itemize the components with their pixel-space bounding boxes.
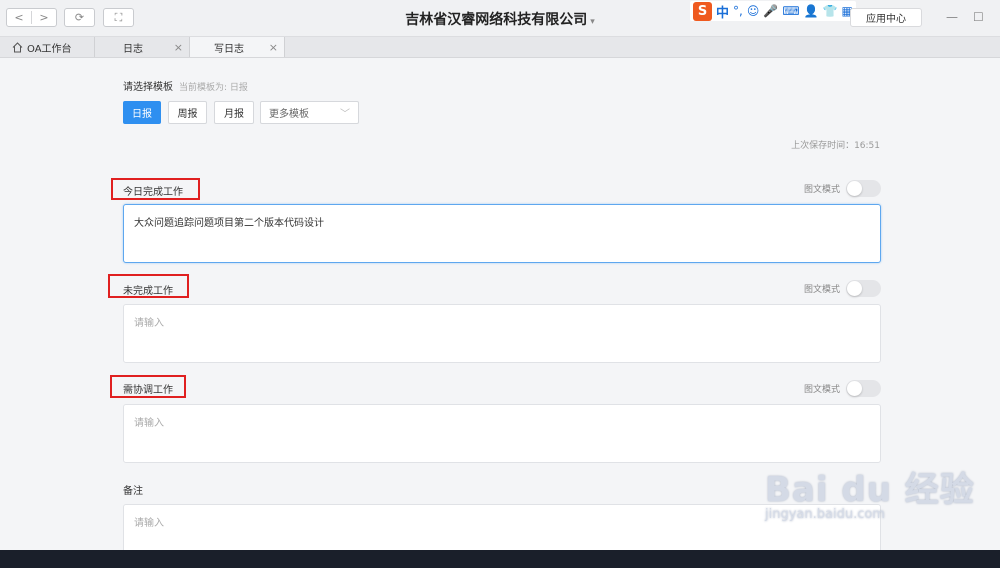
tab-log[interactable]: 日志 ×	[95, 37, 190, 57]
punctuation-icon[interactable]: °,	[733, 4, 743, 18]
section-label-completed: 今日完成工作	[123, 187, 183, 198]
section-label-coordination: 需协调工作	[123, 385, 173, 396]
rich-mode-label: 图文模式	[803, 185, 840, 195]
rich-mode-toggle[interactable]	[846, 180, 881, 197]
coordination-work-input[interactable]: 请输入	[123, 404, 881, 463]
rich-mode-switch[interactable]: 图文模式	[804, 380, 881, 397]
tab-label: 写日志	[214, 43, 244, 55]
more-templates-label: 更多模板	[269, 109, 309, 120]
rich-mode-switch[interactable]: 图文模式	[804, 280, 881, 297]
completed-work-input[interactable]: 大众问题追踪问题项目第二个版本代码设计	[123, 204, 881, 263]
template-label: 请选择模板	[123, 82, 173, 93]
unfinished-work-input[interactable]: 请输入	[123, 304, 881, 363]
unfinished-work-placeholder: 请输入	[134, 318, 164, 329]
remarks-placeholder: 请输入	[134, 518, 164, 529]
template-monthly-button[interactable]: 月报	[214, 101, 254, 124]
rich-mode-label: 图文模式	[803, 285, 840, 295]
title-bar: < > ⟳ ⛶ 吉林省汉睿网络科技有限公司 ▾ S 中 °, ☺ 🎤 ⌨ 👤 👕 …	[0, 0, 1000, 37]
last-saved-time: 上次保存时间：16:51	[791, 141, 880, 151]
close-icon[interactable]: ×	[269, 41, 278, 54]
chevron-down-icon: ▾	[590, 17, 595, 27]
more-templates-dropdown[interactable]: 更多模板 ﹀	[260, 101, 359, 124]
user-icon[interactable]: 👤	[804, 4, 819, 18]
home-icon	[12, 41, 23, 52]
tab-label: 日志	[123, 43, 143, 55]
maximize-button[interactable]: ☐	[973, 10, 984, 24]
sogou-logo-icon[interactable]: S	[693, 1, 712, 21]
ime-toolbar[interactable]: S 中 °, ☺ 🎤 ⌨ 👤 👕 ▦	[690, 1, 856, 21]
template-weekly-button[interactable]: 周报	[168, 101, 207, 124]
tab-bar: OA工作台 日志 × 写日志 ×	[0, 37, 1000, 58]
company-name: 吉林省汉睿网络科技有限公司	[405, 12, 588, 28]
rich-mode-switch[interactable]: 图文模式	[804, 180, 881, 197]
coordination-work-placeholder: 请输入	[134, 418, 164, 429]
rich-mode-label: 图文模式	[803, 385, 840, 395]
app-center-button[interactable]: 应用中心	[850, 8, 922, 27]
tab-oa-workbench[interactable]: OA工作台	[0, 37, 95, 57]
taskbar	[0, 550, 1000, 568]
baidu-watermark: Bai du 经验 jingyan.baidu.com	[765, 462, 975, 522]
skin-icon[interactable]: 👕	[823, 4, 838, 18]
minimize-button[interactable]: —	[946, 10, 958, 24]
rich-mode-toggle[interactable]	[846, 280, 881, 297]
section-label-remarks: 备注	[123, 486, 143, 497]
section-label-unfinished: 未完成工作	[123, 286, 173, 297]
keyboard-icon[interactable]: ⌨	[782, 4, 799, 18]
tab-label: OA工作台	[27, 43, 72, 55]
template-selector-label: 请选择模板 当前模板为: 日报	[123, 78, 248, 93]
tab-write-log[interactable]: 写日志 ×	[190, 37, 285, 57]
rich-mode-toggle[interactable]	[846, 380, 881, 397]
watermark-brand: Bai du 经验	[765, 470, 975, 510]
app-center-label: 应用中心	[866, 14, 906, 25]
ime-mode-toggle[interactable]: 中	[716, 2, 729, 21]
chevron-down-icon: ﹀	[340, 109, 350, 120]
current-template-hint: 当前模板为: 日报	[179, 83, 248, 93]
microphone-icon[interactable]: 🎤	[763, 4, 778, 18]
close-icon[interactable]: ×	[174, 41, 183, 54]
template-daily-button[interactable]: 日报	[123, 101, 161, 124]
completed-work-value: 大众问题追踪问题项目第二个版本代码设计	[134, 218, 324, 229]
emoji-icon[interactable]: ☺	[747, 4, 760, 18]
